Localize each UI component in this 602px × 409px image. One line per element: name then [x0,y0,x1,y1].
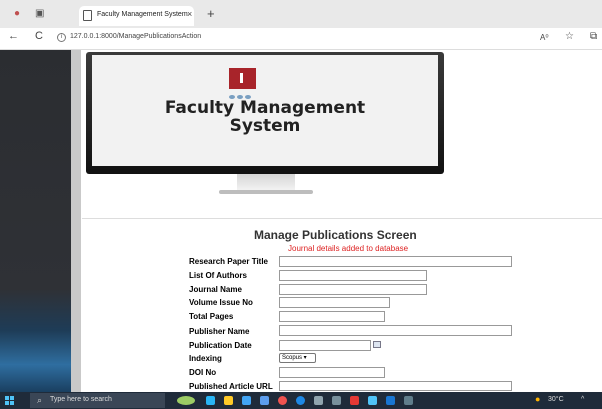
indexing-select[interactable]: Scopus ▾ [279,353,316,363]
collections-icon[interactable]: ⧉ [590,31,597,42]
terminal-icon[interactable] [332,396,341,405]
page-icon [83,10,92,21]
volume-issue-no-input[interactable] [279,297,390,308]
file-explorer-icon[interactable] [224,396,233,405]
browser-tab[interactable]: Faculty Management System × [79,6,194,26]
page-title: Manage Publications Screen [254,228,417,242]
windows-taskbar: ⌕ Type here to search ● 30°C ^ [0,392,602,409]
app-icon[interactable] [350,396,359,405]
workspaces-icon[interactable]: ▣ [35,8,44,19]
label-indexing: Indexing [189,354,222,363]
label-publisher-name: Publisher Name [189,327,250,336]
label-journal-name: Journal Name [189,285,242,294]
list-of-authors-input[interactable] [279,270,427,281]
tray-chevron-icon[interactable]: ^ [581,396,584,403]
label-list-of-authors: List Of Authors [189,271,247,280]
profile-icon[interactable]: ● [14,8,20,19]
total-pages-input[interactable] [279,311,385,322]
label-total-pages: Total Pages [189,312,234,321]
banner-title: Faculty Management System [92,99,438,135]
publisher-name-input[interactable] [279,325,512,336]
calendar-icon[interactable] [373,341,381,348]
weather-temp[interactable]: 30°C [548,396,564,403]
weather-icon[interactable]: ● [535,394,540,404]
label-research-paper-title: Research Paper Title [189,257,269,266]
browser-titlebar: ● ▣ Faculty Management System × + [0,0,602,28]
url-field[interactable]: 127.0.0.1:8000/ManagePublicationsAction [70,33,201,40]
address-bar: ← C i 127.0.0.1:8000/ManagePublicationsA… [0,28,602,50]
mail-icon[interactable] [260,396,269,405]
published-article-url-input[interactable] [279,381,512,391]
tool-icon[interactable] [314,396,323,405]
search-placeholder: Type here to search [50,396,112,403]
presentation-logo-icon [229,68,256,89]
research-paper-title-input[interactable] [279,256,512,267]
monitor-app-icon[interactable] [404,396,413,405]
store-icon[interactable] [242,396,251,405]
label-publication-date: Publication Date [189,341,252,350]
edge-icon[interactable] [206,396,215,405]
people-icon [229,91,259,99]
tab-title: Faculty Management System [97,11,188,18]
doi-no-input[interactable] [279,367,385,378]
browser-icon[interactable] [296,396,305,405]
tab-close-icon[interactable]: × [187,9,192,19]
monitor-screen: Faculty Management System [92,55,438,166]
photos-icon[interactable] [368,396,377,405]
journal-name-input[interactable] [279,284,427,295]
refresh-icon[interactable]: C [35,30,43,42]
monitor-base [219,190,313,194]
chrome-icon[interactable] [278,396,287,405]
read-aloud-icon[interactable]: A⁰ [540,33,549,42]
label-doi-no: DOI No [189,368,217,377]
back-icon[interactable]: ← [8,30,19,42]
label-volume-issue-no: Volume Issue No [189,298,253,307]
header-banner: Faculty Management System [82,50,602,219]
widgets-icon[interactable] [177,396,195,405]
left-sidebar-panel [0,50,71,392]
label-published-article-url: Published Article URL [189,382,273,391]
taskbar-search-box[interactable]: ⌕ Type here to search [30,393,165,408]
banner-title-line2: System [229,116,301,136]
banner-title-line1: Faculty Management [164,98,366,118]
monitor-stand [237,174,295,190]
status-message: Journal details added to database [288,244,409,253]
site-info-icon[interactable]: i [57,33,66,42]
new-tab-button[interactable]: + [207,6,215,21]
publication-date-input[interactable] [279,340,371,351]
sidebar-border [71,50,81,392]
monitor-illustration: Faculty Management System [86,52,444,174]
windows-start-icon[interactable] [5,396,14,405]
favorite-icon[interactable]: ☆ [565,31,574,42]
search-icon: ⌕ [37,395,43,405]
word-icon[interactable] [386,396,395,405]
